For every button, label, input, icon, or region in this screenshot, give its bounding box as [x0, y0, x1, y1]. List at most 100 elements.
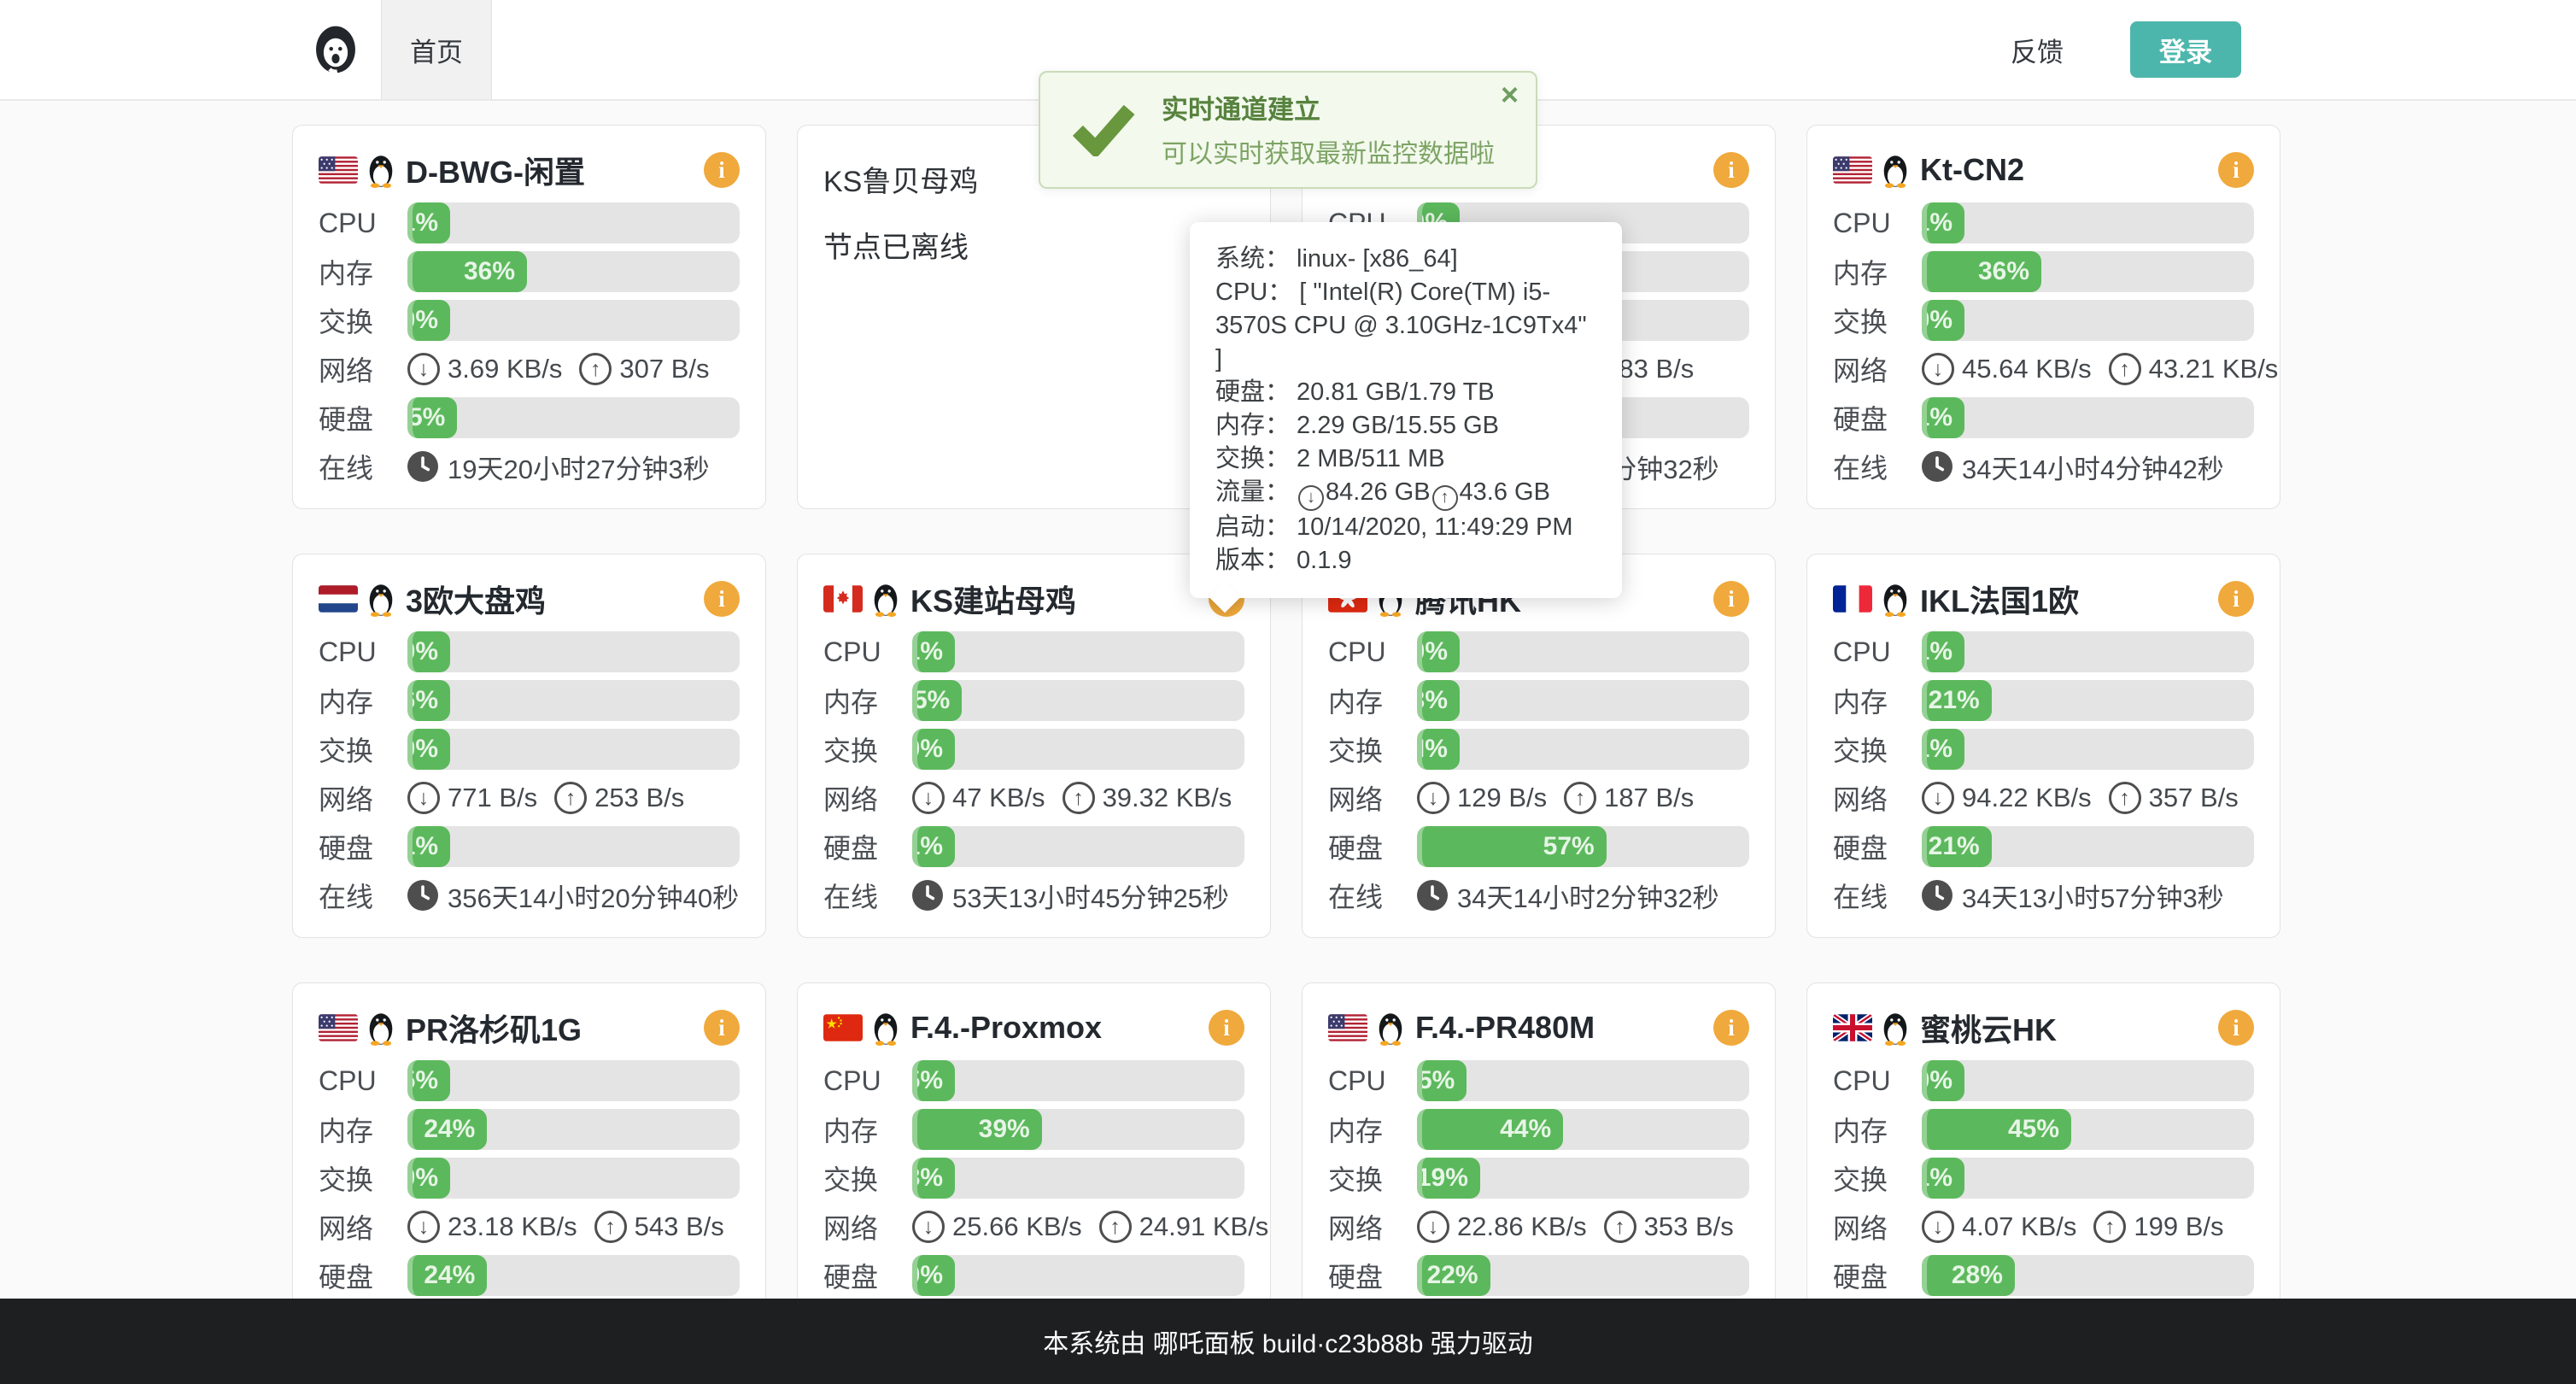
info-icon[interactable]: i [704, 1010, 740, 1046]
info-icon[interactable]: i [2218, 581, 2254, 617]
cpu-usage-fill: 15% [1417, 1060, 1467, 1101]
us-flag-icon [1328, 1014, 1367, 1041]
disk-row: 硬盘15% [319, 397, 740, 438]
uptime-value: 34天13小时57分钟3秒 [1962, 877, 2224, 915]
meme-cat-logo[interactable] [311, 24, 360, 75]
disk-usage-bar: 21% [1922, 826, 2254, 867]
usage-percent-label: 10% [912, 1261, 943, 1290]
server-card: Kt-CN2iCPU1%内存36%交换0%网络↓45.64 KB/s↑43.21… [1806, 125, 2280, 509]
linux-penguin-icon [366, 581, 395, 617]
metric-label: 网络 [319, 778, 407, 818]
download-speed: 45.64 KB/s [1962, 354, 2092, 384]
metric-label: 硬盘 [823, 827, 912, 866]
swap-row: 交换1% [1833, 1158, 2254, 1199]
memory-usage-bar: 3% [1417, 680, 1749, 721]
info-icon[interactable]: i [704, 581, 740, 617]
memory-usage-bar: 39% [912, 1109, 1244, 1150]
usage-percent-label: 0% [1417, 637, 1448, 666]
feedback-link[interactable]: 反馈 [2011, 0, 2064, 99]
metric-label: 网络 [319, 349, 407, 389]
server-name: 3欧大盘鸡 [406, 577, 704, 621]
swap-row: 交换NaN% [1328, 729, 1749, 770]
nav-home-label: 首页 [410, 31, 463, 69]
metric-label: 内存 [1328, 681, 1417, 720]
metric-label: 硬盘 [1833, 1256, 1922, 1295]
linux-penguin-icon [366, 1010, 395, 1046]
network-row: 网络↓3.69 KB/s↑307 B/s [319, 349, 740, 390]
uptime-row: 在线34天14小时4分钟42秒 [1833, 446, 2254, 487]
metric-label: 交换 [1328, 730, 1417, 769]
tooltip-value: linux- [x86_64] [1297, 245, 1458, 273]
info-icon[interactable]: i [2218, 152, 2254, 188]
usage-percent-label: 24% [424, 1115, 475, 1144]
usage-percent-label: 36% [1978, 257, 2029, 286]
disk-row: 硬盘22% [1328, 1255, 1749, 1296]
memory-usage-bar: 24% [407, 1109, 740, 1150]
info-icon[interactable]: i [1209, 1010, 1244, 1046]
server-card: D-BWG-闲置iCPU1%内存36%交换0%网络↓3.69 KB/s↑307 … [292, 125, 766, 509]
card-header: Kt-CN2i [1833, 146, 2254, 194]
swap-usage-fill: NaN% [1417, 729, 1460, 770]
tooltip-label: 交换： [1215, 445, 1290, 472]
tooltip-label: 系统： [1215, 245, 1290, 273]
server-name: Kt-CN2 [1920, 152, 2218, 188]
cpu-usage-bar: 5% [912, 1060, 1244, 1101]
card-header: IKL法国1欧i [1833, 575, 2254, 623]
swap-usage-bar: 0% [912, 729, 1244, 770]
cpu-usage-fill: 0% [1922, 1060, 1964, 1101]
ca-flag-icon [823, 585, 863, 613]
memory-usage-bar: 36% [1922, 251, 2254, 292]
info-icon[interactable]: i [704, 152, 740, 188]
login-button[interactable]: 登录 [2130, 21, 2241, 78]
memory-usage-bar: 15% [912, 680, 1244, 721]
upload-icon: ↑ [1564, 782, 1596, 814]
cpu-row: CPU1% [823, 631, 1244, 672]
info-icon[interactable]: i [1713, 1010, 1749, 1046]
cpu-usage-bar: 0% [1417, 631, 1749, 672]
usage-percent-label: 24% [424, 1261, 475, 1290]
cpu-usage-bar: 0% [407, 631, 740, 672]
card-header: KS建站母鸡i [823, 575, 1244, 623]
metric-label: 硬盘 [1328, 827, 1417, 866]
clock-icon [1417, 880, 1448, 911]
disk-usage-bar: 10% [912, 1255, 1244, 1296]
cpu-usage-bar: 1% [1922, 202, 2254, 243]
nav-home-tab[interactable]: 首页 [381, 0, 492, 99]
metric-label: 网络 [1833, 349, 1922, 389]
clock-icon [407, 880, 438, 911]
usage-percent-label: 0% [1922, 1066, 1952, 1095]
cpu-row: CPU15% [1328, 1060, 1749, 1101]
upload-speed: 199 B/s [2134, 1211, 2223, 1242]
disk-usage-fill: 24% [407, 1255, 487, 1296]
metric-label: 内存 [1328, 1110, 1417, 1149]
card-header: F.4.-PR480Mi [1328, 1004, 1749, 1052]
dashboard-page: 首页 反馈 登录 D-BWG-闲置iCPU1%内存36%交换0%网络↓3.69 … [0, 0, 2576, 1384]
download-speed: 47 KB/s [952, 783, 1045, 813]
server-card: 腾讯HKiCPU0%内存3%交换NaN%网络↓129 B/s↑187 B/s硬盘… [1302, 554, 1776, 938]
memory-usage-fill: 44% [1417, 1109, 1563, 1150]
swap-usage-bar: 0% [1922, 300, 2254, 341]
info-icon[interactable]: i [2218, 1010, 2254, 1046]
memory-row: 内存15% [823, 680, 1244, 721]
swap-usage-bar: 0% [407, 1158, 740, 1199]
cpu-usage-fill: 5% [407, 1060, 450, 1101]
metric-label: 内存 [319, 1110, 407, 1149]
metric-label: 硬盘 [1833, 827, 1922, 866]
footer-text: 本系统由 哪吒面板 build·c23b88b 强力驱动 [1043, 1322, 1533, 1360]
cpu-row: CPU0% [1328, 631, 1749, 672]
download-icon: ↓ [1298, 485, 1324, 511]
memory-usage-fill: 36% [1922, 251, 2041, 292]
network-row: 网络↓129 B/s↑187 B/s [1328, 777, 1749, 818]
close-icon[interactable]: × [1501, 79, 1519, 110]
cpu-usage-fill: 1% [407, 202, 450, 243]
metric-label: CPU [1833, 1065, 1922, 1097]
memory-row: 内存6% [319, 680, 740, 721]
swap-usage-fill: 0% [407, 300, 450, 341]
swap-usage-fill: 0% [407, 1158, 450, 1199]
disk-usage-bar: 57% [1417, 826, 1749, 867]
linux-penguin-icon [1881, 152, 1910, 188]
swap-usage-bar: 1% [1922, 729, 2254, 770]
uptime-value: 34天14小时4分钟42秒 [1962, 448, 2224, 486]
info-icon[interactable]: i [1713, 152, 1749, 188]
info-icon[interactable]: i [1713, 581, 1749, 617]
